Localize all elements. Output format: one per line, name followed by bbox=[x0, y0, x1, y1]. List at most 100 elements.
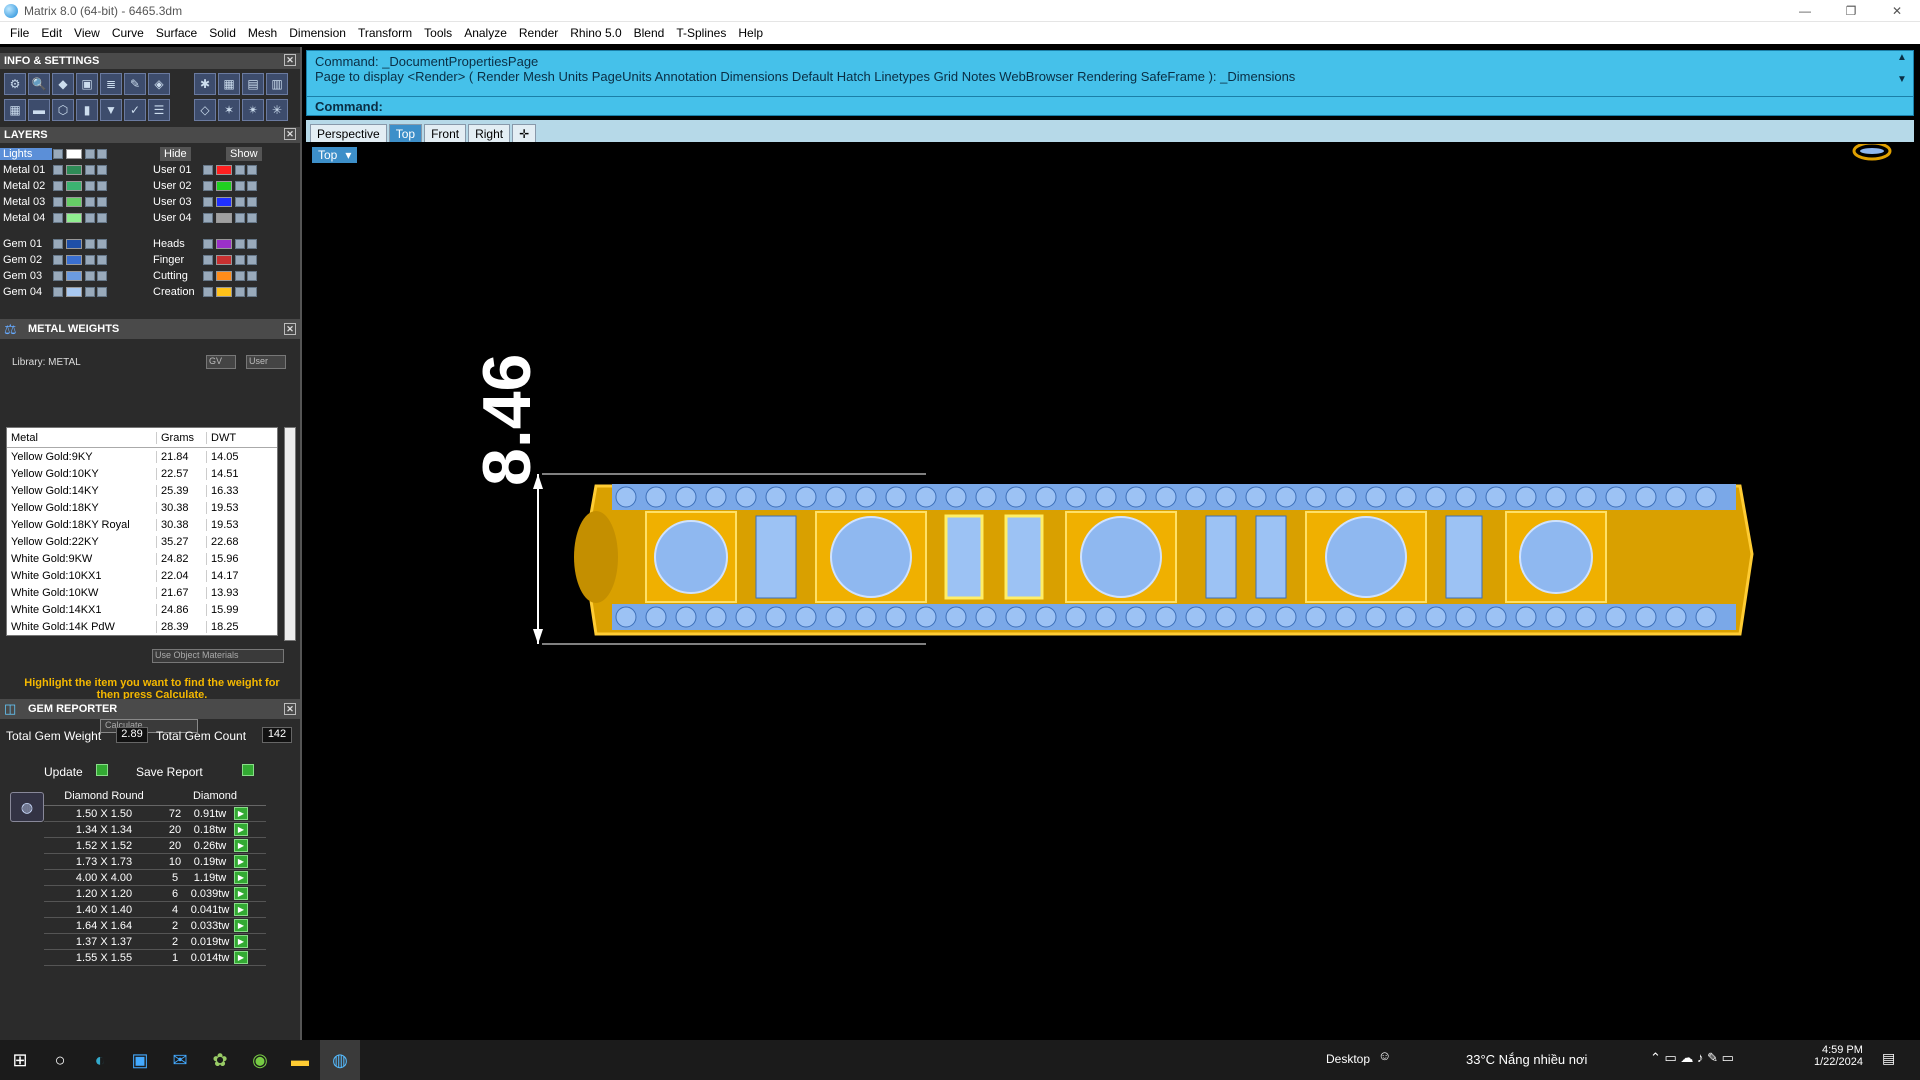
lock-icon[interactable] bbox=[85, 165, 95, 175]
lock-icon[interactable] bbox=[235, 181, 245, 191]
layer-row[interactable]: Creation bbox=[150, 285, 258, 299]
table-row[interactable]: 1.64 X 1.64 2 0.033tw ▶ bbox=[44, 918, 266, 934]
add-view-icon[interactable]: ✛ bbox=[512, 124, 537, 142]
expand-arrow-icon[interactable] bbox=[53, 181, 63, 191]
layer-color-swatch[interactable] bbox=[216, 287, 232, 297]
layer-color-swatch[interactable] bbox=[66, 181, 82, 191]
play-icon[interactable]: ▶ bbox=[234, 855, 248, 868]
layer-name[interactable]: Cutting bbox=[150, 270, 202, 282]
menu-tsplines[interactable]: T-Splines bbox=[670, 26, 732, 40]
settings-icon[interactable]: ⚙ bbox=[4, 73, 26, 95]
menu-transform[interactable]: Transform bbox=[352, 26, 418, 40]
column-dwt[interactable]: DWT bbox=[207, 432, 267, 444]
expand-arrow-icon[interactable] bbox=[53, 165, 63, 175]
table-row[interactable]: 1.55 X 1.55 1 0.014tw ▶ bbox=[44, 950, 266, 966]
visibility-icon[interactable] bbox=[97, 197, 107, 207]
menu-render[interactable]: Render bbox=[513, 26, 564, 40]
window-icon[interactable]: ▥ bbox=[266, 73, 288, 95]
play-icon[interactable]: ▶ bbox=[234, 935, 248, 948]
play-icon[interactable]: ▶ bbox=[234, 951, 248, 964]
expand-arrow-icon[interactable] bbox=[203, 181, 213, 191]
lock-icon[interactable] bbox=[85, 213, 95, 223]
tool-icon[interactable]: ✱ bbox=[194, 73, 216, 95]
visibility-icon[interactable] bbox=[97, 271, 107, 281]
restore-button[interactable]: ❐ bbox=[1828, 0, 1874, 22]
wireframe-icon[interactable]: ◇ bbox=[194, 99, 216, 121]
layer-row[interactable]: Gem 03 bbox=[0, 269, 108, 283]
menu-rhino5[interactable]: Rhino 5.0 bbox=[564, 26, 627, 40]
table-row[interactable]: 1.52 X 1.52 20 0.26tw ▶ bbox=[44, 838, 266, 854]
layer-name[interactable]: Metal 04 bbox=[0, 212, 52, 224]
expand-arrow-icon[interactable] bbox=[53, 149, 63, 159]
play-icon[interactable]: ▶ bbox=[234, 823, 248, 836]
layer-row[interactable]: User 03 bbox=[150, 195, 258, 209]
table-row[interactable]: 1.20 X 1.20 6 0.039tw ▶ bbox=[44, 886, 266, 902]
expand-arrow-icon[interactable] bbox=[203, 271, 213, 281]
visibility-icon[interactable] bbox=[247, 181, 257, 191]
weather-text[interactable]: 33°C Nắng nhiều nơi bbox=[1466, 1052, 1587, 1067]
visibility-icon[interactable] bbox=[247, 197, 257, 207]
play-icon[interactable]: ▶ bbox=[234, 839, 248, 852]
tab-top[interactable]: Top bbox=[388, 124, 423, 142]
play-icon[interactable]: ▶ bbox=[234, 807, 248, 820]
expand-arrow-icon[interactable] bbox=[203, 165, 213, 175]
tray-icons[interactable]: ⌃ ▭ ☁ ♪ ✎ ▭ bbox=[1650, 1050, 1734, 1066]
close-icon[interactable]: ✕ bbox=[284, 54, 296, 66]
layer-name[interactable]: Metal 02 bbox=[0, 180, 52, 192]
menu-file[interactable]: File bbox=[4, 26, 35, 40]
command-scroll[interactable]: ▲ ▼ bbox=[1894, 52, 1910, 96]
file-explorer-icon[interactable]: ▬ bbox=[280, 1040, 320, 1080]
lock-icon[interactable] bbox=[85, 271, 95, 281]
table-row[interactable]: Yellow Gold:9KY 21.84 14.05 bbox=[7, 448, 277, 465]
layer-name[interactable]: Gem 03 bbox=[0, 270, 52, 282]
search-icon[interactable]: 🔍 bbox=[28, 73, 50, 95]
round-gem-icon[interactable]: ◍ bbox=[10, 792, 44, 822]
layer-color-swatch[interactable] bbox=[66, 287, 82, 297]
layer-row[interactable]: Finger bbox=[150, 253, 258, 267]
menu-solid[interactable]: Solid bbox=[203, 26, 242, 40]
filter-icon[interactable]: ▼ bbox=[100, 99, 122, 121]
play-icon[interactable]: ▶ bbox=[234, 887, 248, 900]
menu-analyze[interactable]: Analyze bbox=[458, 26, 513, 40]
minimize-button[interactable]: — bbox=[1782, 0, 1828, 22]
lock-icon[interactable] bbox=[85, 149, 95, 159]
table-row[interactable]: White Gold:9KW 24.82 15.96 bbox=[7, 550, 277, 567]
lock-icon[interactable] bbox=[85, 197, 95, 207]
edge-icon[interactable]: ◐ bbox=[80, 1040, 120, 1080]
grid-icon[interactable]: ▦ bbox=[218, 73, 240, 95]
layer-color-swatch[interactable] bbox=[216, 213, 232, 223]
close-button[interactable]: ✕ bbox=[1874, 0, 1920, 22]
play-icon[interactable] bbox=[96, 764, 108, 776]
user-toggle[interactable]: User bbox=[246, 355, 286, 369]
play-icon[interactable]: ▶ bbox=[234, 919, 248, 932]
menu-tools[interactable]: Tools bbox=[418, 26, 458, 40]
spark-icon[interactable]: ✴ bbox=[242, 99, 264, 121]
visibility-icon[interactable] bbox=[97, 239, 107, 249]
scrollbar[interactable] bbox=[284, 427, 296, 641]
table-row[interactable]: White Gold:14KX1 24.86 15.99 bbox=[7, 601, 277, 618]
frame-icon[interactable]: ▤ bbox=[242, 73, 264, 95]
expand-arrow-icon[interactable] bbox=[203, 255, 213, 265]
box-icon[interactable]: ▮ bbox=[76, 99, 98, 121]
table-row[interactable]: 1.40 X 1.40 4 0.041tw ▶ bbox=[44, 902, 266, 918]
viewport-top[interactable]: 8.46 bbox=[306, 141, 1914, 1032]
visibility-icon[interactable] bbox=[247, 255, 257, 265]
app-icon[interactable]: ✿ bbox=[200, 1040, 240, 1080]
table-row[interactable]: 4.00 X 4.00 5 1.19tw ▶ bbox=[44, 870, 266, 886]
green-app-icon[interactable]: ◉ bbox=[240, 1040, 280, 1080]
command-line[interactable]: Command: bbox=[306, 96, 1914, 116]
lock-icon[interactable] bbox=[235, 239, 245, 249]
mail-icon[interactable]: ✉ bbox=[160, 1040, 200, 1080]
person-icon[interactable]: ☺ bbox=[1378, 1048, 1391, 1063]
layer-name[interactable]: Gem 04 bbox=[0, 286, 52, 298]
gv-toggle[interactable]: GV bbox=[206, 355, 236, 369]
visibility-icon[interactable] bbox=[97, 255, 107, 265]
layer-lights[interactable]: Lights bbox=[0, 148, 52, 160]
layer-color-swatch[interactable] bbox=[216, 239, 232, 249]
visibility-icon[interactable] bbox=[97, 213, 107, 223]
table-row[interactable]: 1.73 X 1.73 10 0.19tw ▶ bbox=[44, 854, 266, 870]
layer-row[interactable]: Cutting bbox=[150, 269, 258, 283]
clock[interactable]: 4:59 PM 1/22/2024 bbox=[1814, 1044, 1863, 1068]
play-icon[interactable] bbox=[242, 764, 254, 776]
menu-surface[interactable]: Surface bbox=[150, 26, 203, 40]
